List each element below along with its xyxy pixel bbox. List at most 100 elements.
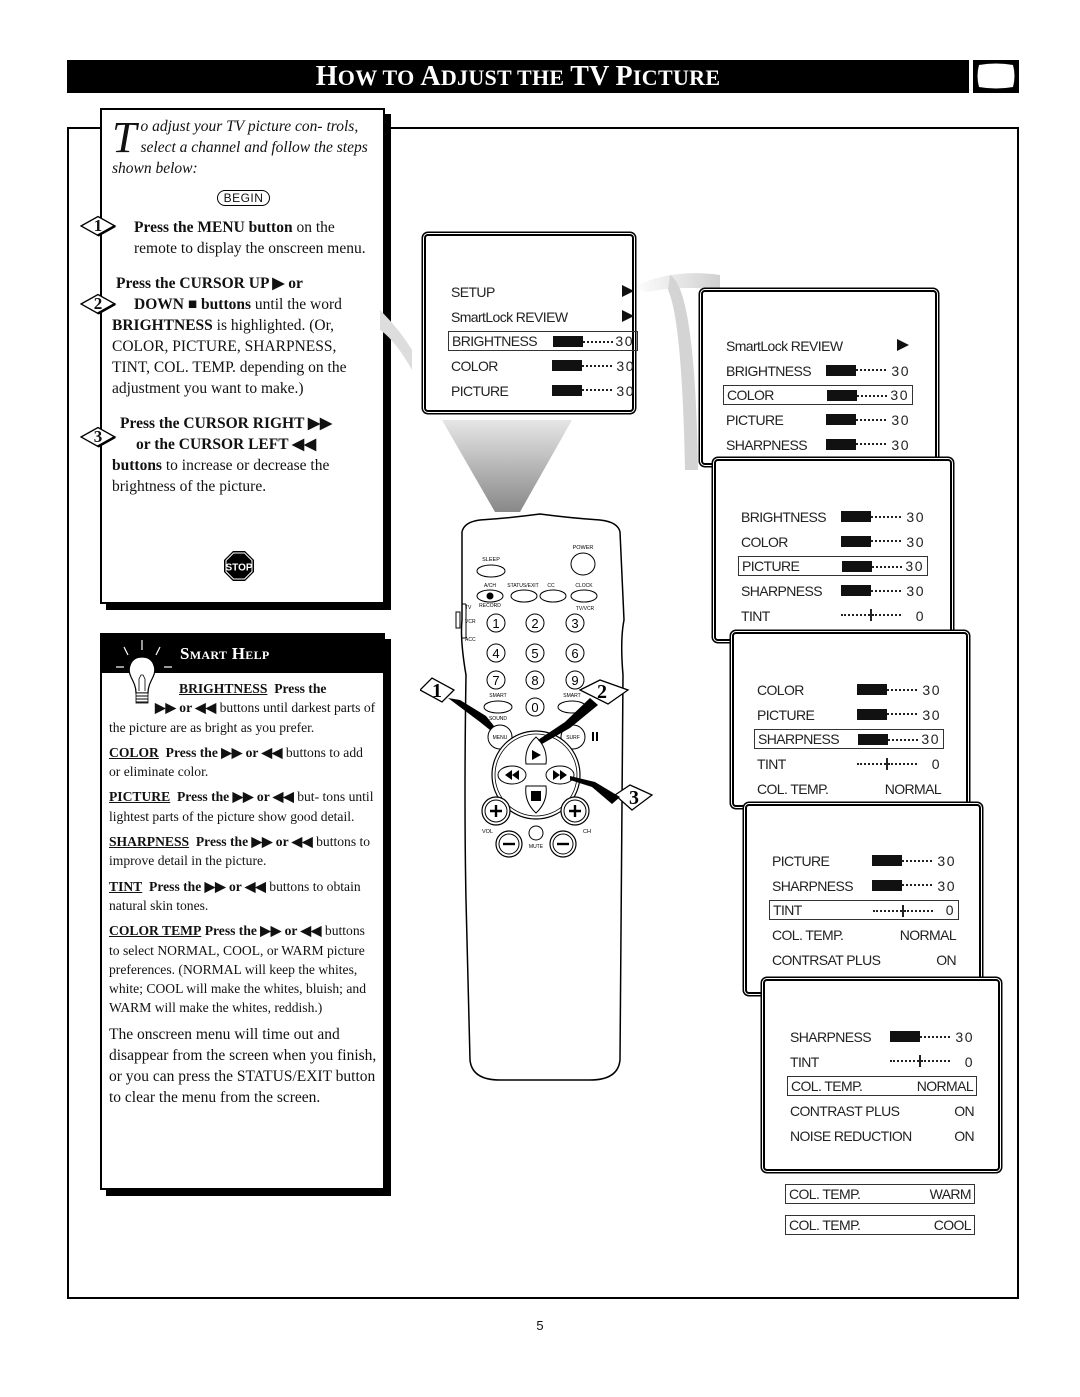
step-instruction-bold: buttons <box>112 457 162 474</box>
level-slider <box>872 879 932 891</box>
menu-row-smartlock-review[interactable]: SmartLock REVIEW <box>723 336 913 356</box>
steps-panel: To adjust your TV picture con- trols, se… <box>79 108 385 604</box>
menu-row-brightness[interactable]: BRIGHTNESS 30 <box>723 361 913 381</box>
menu-row-col-temp[interactable]: COL. TEMP. NORMAL <box>754 779 944 799</box>
menu-row-contrast-plus[interactable]: CONTRAST PLUS ON <box>787 1101 977 1121</box>
menu-row-color[interactable]: COLOR 30 <box>448 356 638 376</box>
status-exit-label: STATUS/EXIT <box>507 583 538 589</box>
slider-track <box>856 369 886 372</box>
menu-row-brightness[interactable]: BRIGHTNESS 30 <box>738 507 928 527</box>
menu-row-value: 30 <box>922 682 941 698</box>
intro-text: To adjust your TV picture con- trols, se… <box>112 116 375 179</box>
mute-button[interactable] <box>528 825 544 841</box>
step-instruction-bold: Press the CURSOR RIGHT ▶▶ <box>120 415 332 432</box>
menu-row-label: COLOR <box>741 533 788 550</box>
pause-icon <box>592 732 594 741</box>
menu-row-setup[interactable]: SETUP <box>448 282 638 302</box>
mode-switch[interactable] <box>455 611 461 629</box>
menu-row-color[interactable]: COLOR 30 <box>723 385 913 406</box>
slider-track <box>902 884 932 887</box>
power-button[interactable] <box>570 552 596 576</box>
menu-row-picture[interactable]: PICTURE 30 <box>448 381 638 401</box>
level-slider <box>552 360 612 372</box>
step-instruction-bold: BRIGHTNESS <box>112 317 213 334</box>
help-term: COLOR <box>109 744 159 760</box>
setting-label: COL. TEMP. <box>789 1186 861 1202</box>
title-part: A <box>420 60 441 92</box>
ch-label: CH <box>583 829 591 835</box>
title-part: OW TO <box>337 64 421 90</box>
slider-fill <box>841 585 871 597</box>
menu-row-value: 30 <box>616 382 635 399</box>
status-exit-button[interactable] <box>510 589 538 603</box>
menu-row-value: 30 <box>615 333 634 350</box>
menu-row-label: SmartLock REVIEW <box>451 308 568 325</box>
step-instruction-bold: or the CURSOR LEFT ◀◀ <box>136 436 317 453</box>
menu-row-sharpness[interactable]: SHARPNESS 30 <box>723 435 913 455</box>
step-number-badge: 2 <box>79 293 124 315</box>
sleep-button[interactable] <box>476 564 506 578</box>
level-slider <box>841 535 901 547</box>
slider-fill <box>826 414 856 426</box>
slider-fill <box>858 734 888 746</box>
menu-row-value: 0 <box>945 902 955 919</box>
stop-icon <box>531 791 541 801</box>
menu-row-label: BRIGHTNESS <box>741 509 827 525</box>
menu-row-value: 30 <box>891 362 910 379</box>
menu-row-value: ON <box>954 1103 974 1120</box>
tint-slider <box>890 1055 950 1068</box>
slider-track <box>871 515 901 518</box>
menu-row-picture[interactable]: PICTURE 30 <box>738 556 928 577</box>
menu-row-smartlock-review[interactable]: SmartLock REVIEW <box>448 307 638 327</box>
menu-row-sharpness[interactable]: SHARPNESS 30 <box>787 1027 977 1047</box>
menu-row-picture[interactable]: PICTURE 30 <box>723 410 913 430</box>
menu-row-value: 30 <box>937 853 956 869</box>
slider-track <box>582 389 612 392</box>
menu-row-col-temp[interactable]: COL. TEMP. NORMAL <box>787 1076 977 1097</box>
menu-row-label: TINT <box>773 902 802 919</box>
menu-row-value: 30 <box>922 706 941 723</box>
help-item-color-temp: COLOR TEMP Press the ▶▶ or ◀◀ buttons to… <box>109 921 377 1017</box>
menu-row-tint[interactable]: TINT 0 <box>738 606 928 626</box>
setting-value: WARM <box>929 1186 972 1202</box>
menu-row-picture[interactable]: PICTURE 30 <box>754 705 944 725</box>
menu-row-label: COLOR <box>727 387 774 404</box>
menu-row-label: SHARPNESS <box>772 877 854 894</box>
tint-slider <box>873 904 933 917</box>
help-term: PICTURE <box>109 789 171 805</box>
digit-label: 3 <box>571 616 578 631</box>
menu-row-sharpness[interactable]: SHARPNESS 30 <box>738 581 928 601</box>
smart-sound-button[interactable] <box>483 700 513 714</box>
slider-track <box>887 688 917 691</box>
menu-row-tint[interactable]: TINT 0 <box>787 1052 977 1072</box>
menu-row-tint[interactable]: TINT 0 <box>769 900 959 921</box>
page-title-bar: HOW TO ADJUST THE TV PICTURE <box>67 60 969 93</box>
menu-row-color[interactable]: COLOR 30 <box>738 532 928 552</box>
slider-fill <box>857 708 887 720</box>
stop-sign-icon: STOP <box>224 551 254 581</box>
clock-button[interactable] <box>570 589 598 603</box>
help-term: COLOR TEMP <box>109 923 202 939</box>
menu-row-sharpness[interactable]: SHARPNESS 30 <box>754 729 944 750</box>
level-slider <box>858 734 918 746</box>
level-slider <box>857 708 917 720</box>
menu-row-tint[interactable]: TINT 0 <box>754 754 944 774</box>
menu-row-value: 30 <box>906 583 925 600</box>
smart-help-panel: Smart Help BRIGHTNESS Press the ▶▶ or ◀◀… <box>100 633 385 1190</box>
smart-picture-label: SMART <box>563 693 580 699</box>
digit-label: 5 <box>531 646 538 661</box>
page-number: 5 <box>536 1318 544 1333</box>
menu-row-color[interactable]: COLOR 30 <box>754 680 944 700</box>
menu-row-col-temp[interactable]: COL. TEMP. NORMAL <box>769 925 959 945</box>
mute-label: MUTE <box>529 844 544 850</box>
menu-row-brightness[interactable]: BRIGHTNESS 30 <box>448 331 638 352</box>
menu-row-value: NORMAL <box>899 927 957 944</box>
menu-row-sharpness[interactable]: SHARPNESS 30 <box>769 876 959 896</box>
menu-row-label: PICTURE <box>772 853 830 869</box>
menu-row-contrsat-plus[interactable]: CONTRSAT PLUS ON <box>769 950 959 970</box>
digit-label: 6 <box>571 646 578 661</box>
menu-row-noise-reduction[interactable]: NOISE REDUCTION ON <box>787 1126 977 1146</box>
submenu-arrow-icon <box>897 339 909 351</box>
cc-button[interactable] <box>539 589 567 603</box>
menu-row-picture[interactable]: PICTURE 30 <box>769 851 959 871</box>
